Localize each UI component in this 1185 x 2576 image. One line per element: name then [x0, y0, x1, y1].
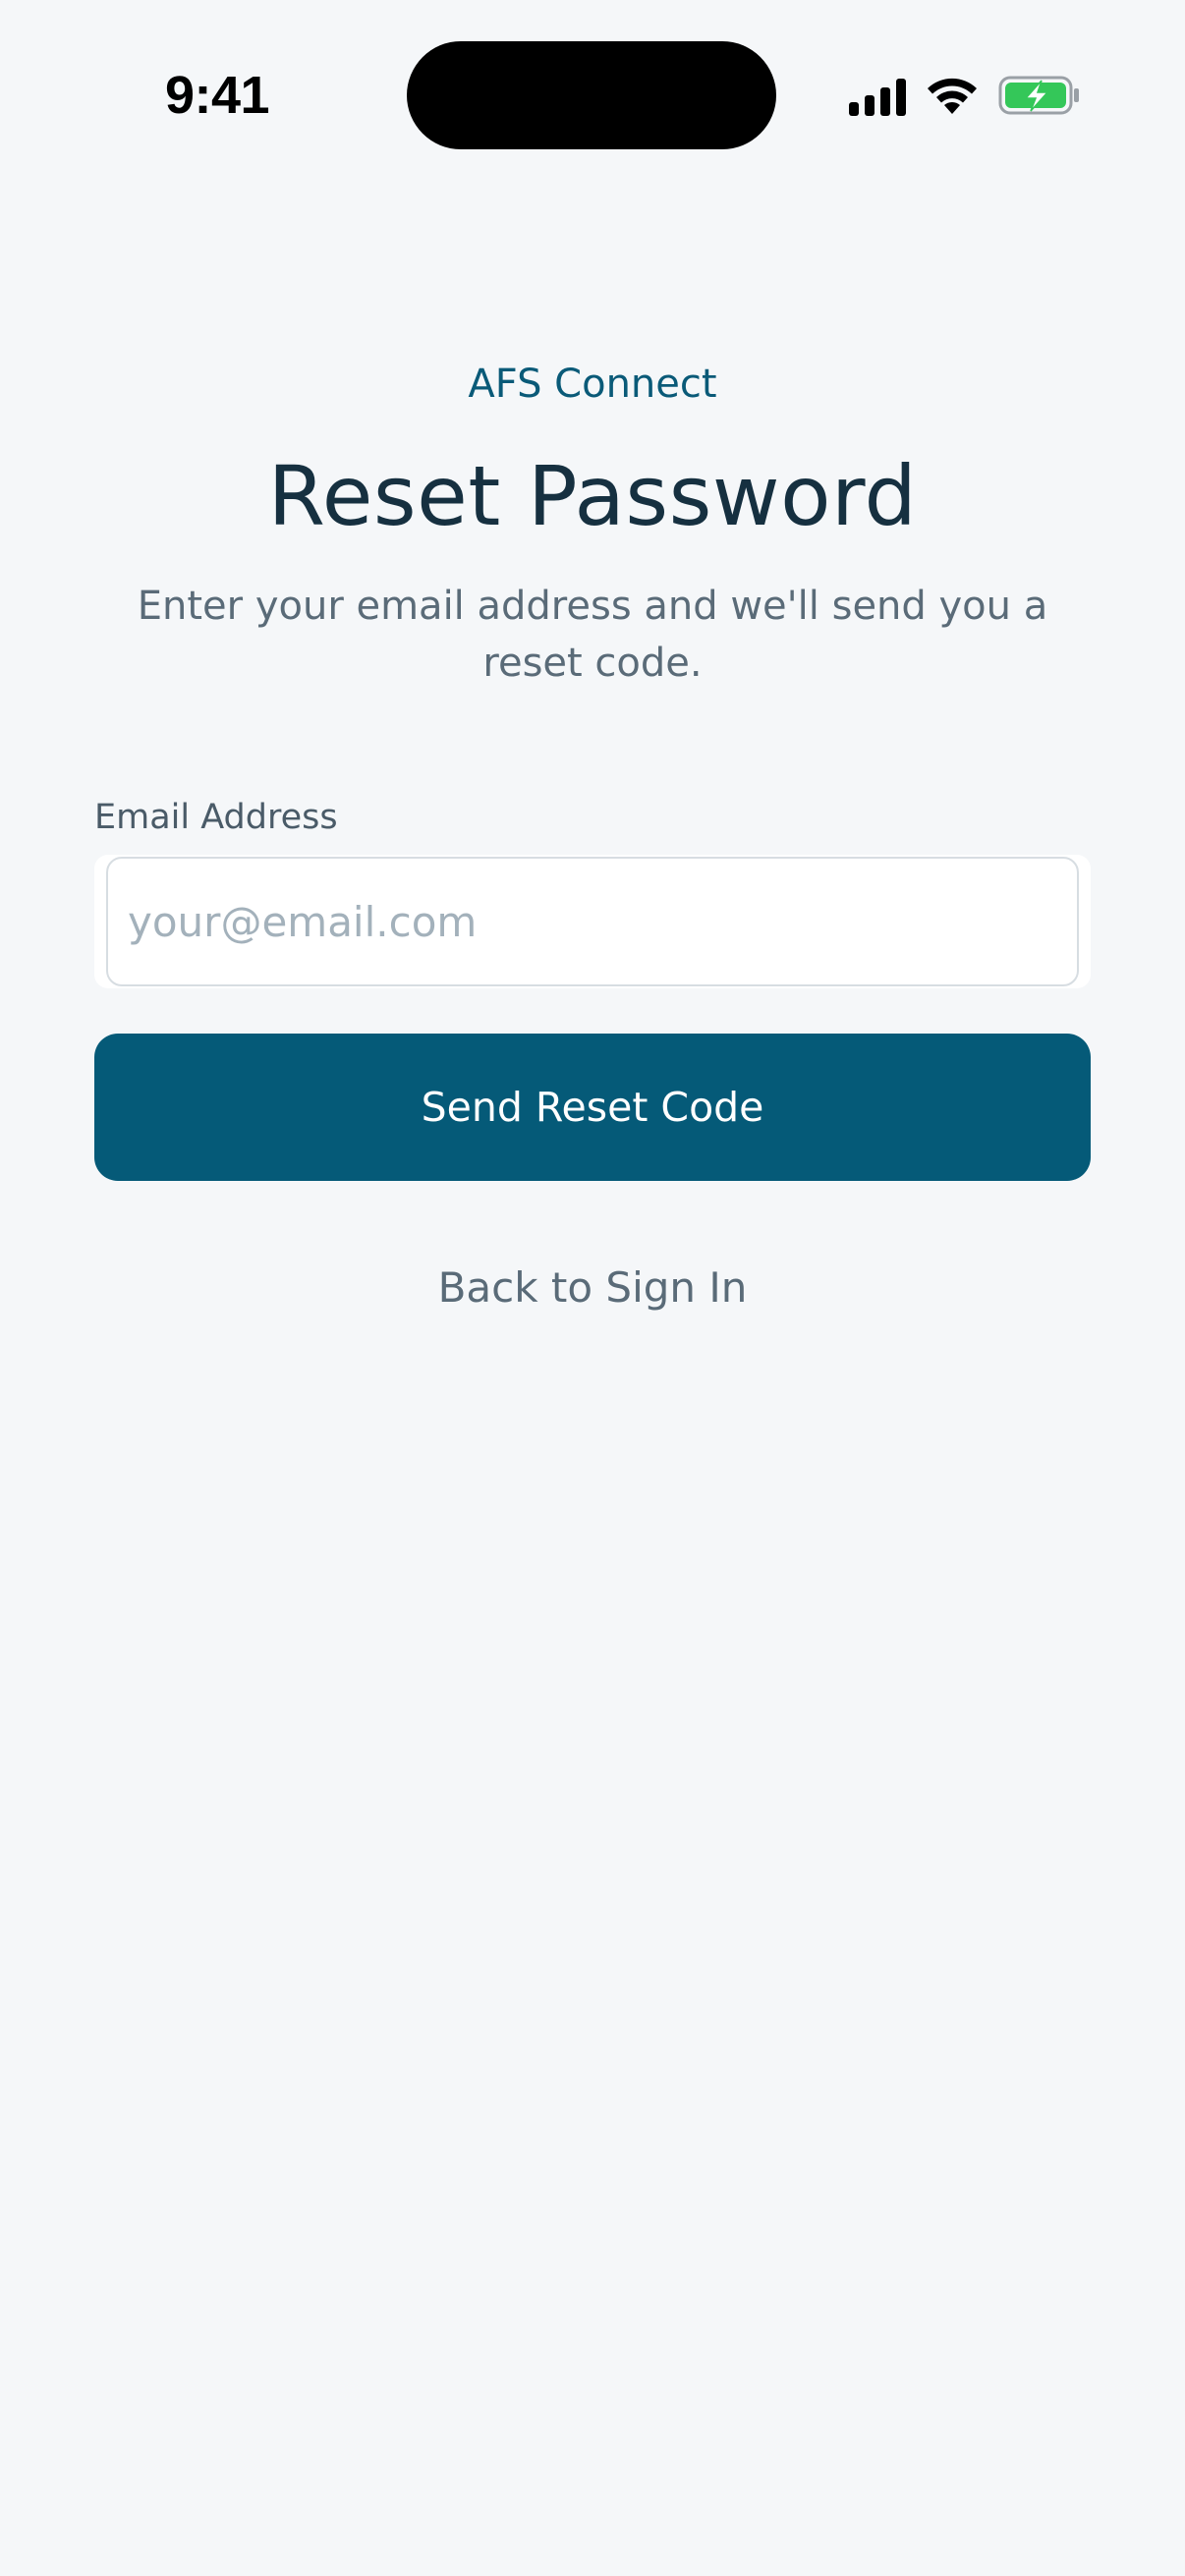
page-title: Reset Password	[267, 448, 918, 544]
signal-icon	[849, 79, 906, 116]
status-time: 9:41	[165, 66, 270, 125]
email-input[interactable]	[106, 857, 1079, 986]
page-subtitle: Enter your email address and we'll send …	[137, 584, 1048, 686]
brand-name: AFS Connect	[468, 362, 717, 407]
dynamic-island	[407, 41, 776, 149]
back-to-sign-in-link[interactable]: Back to Sign In	[0, 1263, 1185, 1312]
wifi-icon	[928, 78, 977, 114]
battery-charging-icon	[998, 76, 1079, 115]
email-label: Email Address	[94, 798, 338, 837]
send-reset-code-button[interactable]: Send Reset Code	[94, 1034, 1091, 1181]
reset-password-screen: 9:41 AFS Connect Reset Password Enter yo…	[0, 0, 1185, 2576]
email-field-container	[94, 855, 1091, 988]
